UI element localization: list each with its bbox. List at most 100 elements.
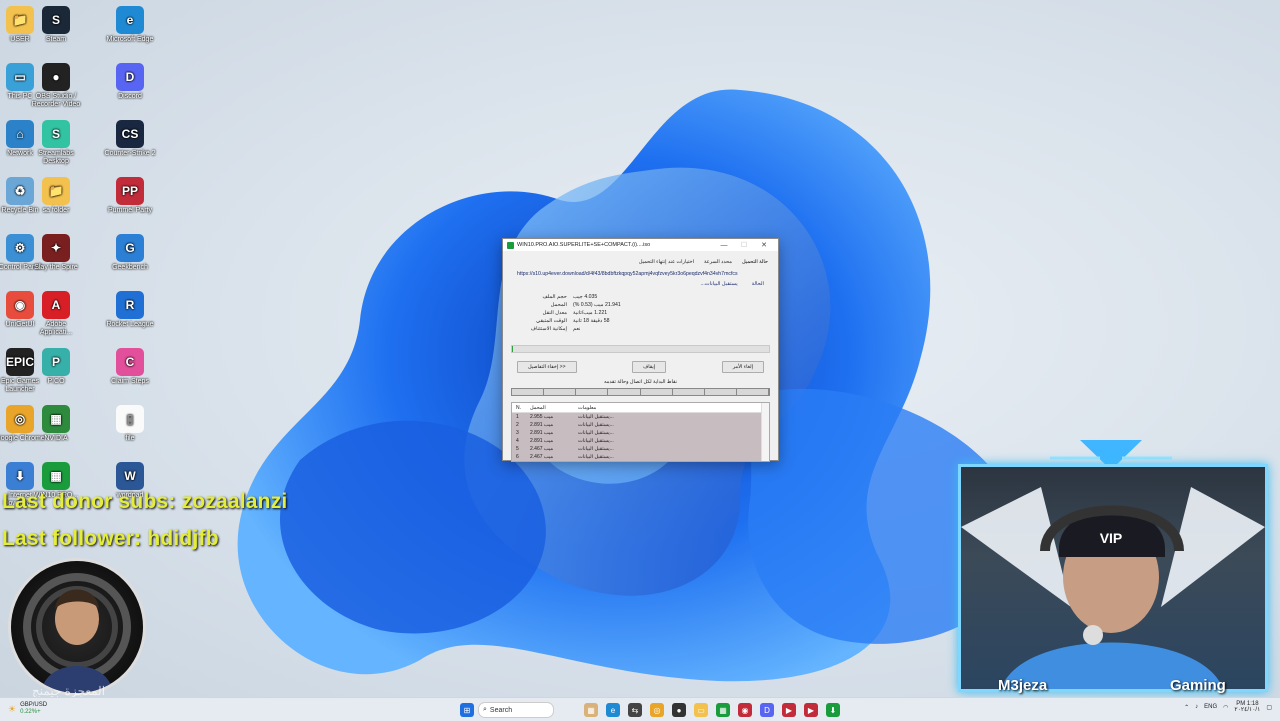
row-downloaded: 2.467 ميب	[530, 446, 554, 452]
desktop-icon[interactable]: G Geekbench	[104, 234, 156, 272]
desktop-icon[interactable]: ▯ file	[104, 405, 156, 443]
row-number: 1	[516, 414, 519, 420]
desktop-icon[interactable]: ✦ Slay the Spire	[30, 234, 82, 272]
desktop-icon-glyph-icon: ▦	[42, 462, 70, 490]
cancel-button[interactable]: إلغاء الأمر	[721, 361, 764, 373]
desktop-icon-label: OBS Studio / Recorder Video	[31, 93, 81, 108]
window-titlebar[interactable]: WIN10.PRO.AIO.SUPERLITE+SE+COMPACT.(i)..…	[503, 239, 778, 251]
download-url: https://s10.up4ever.download/d/4f43/8bdb…	[517, 271, 738, 277]
table-scrollbar[interactable]	[761, 403, 769, 461]
desktop-icon[interactable]: S Steam	[30, 6, 82, 44]
edge-icon[interactable]: e	[606, 703, 620, 717]
taskbar-app-7-icon[interactable]: ▦	[716, 703, 730, 717]
col-n: N.	[516, 404, 521, 411]
desktop-icon-glyph-icon: P	[42, 348, 70, 376]
desktop-icon[interactable]: CS Counter-Strike 2	[104, 120, 156, 158]
maximize-icon[interactable]: ☐	[734, 241, 754, 249]
desktop-icon-glyph-icon: S	[42, 120, 70, 148]
table-row[interactable]: 5 2.467 ميب يستقبل البيانات...	[512, 445, 769, 453]
lang-indicator[interactable]: ENG	[1204, 704, 1217, 710]
idm-taskbar-icon[interactable]: ⬇	[826, 703, 840, 717]
row-number: 4	[516, 438, 519, 444]
streamer-avatar	[8, 558, 146, 696]
desktop-icon-label: Slay the Spire	[34, 264, 78, 271]
tray-chevron-icon[interactable]: ⌃	[1184, 704, 1189, 711]
file-explorer-icon[interactable]: ▭	[694, 703, 708, 717]
close-icon[interactable]: ✕	[754, 241, 774, 249]
toggle-details-button[interactable]: إخفاء التفاصيل >>	[517, 361, 577, 373]
desktop-icon[interactable]: R Rocket League	[104, 291, 156, 329]
status-label: الحالة	[751, 281, 764, 287]
wifi-icon[interactable]: ◠	[1223, 704, 1228, 711]
taskbar: ☀ GBP/USD 0.22%+ ⊞ ⌕ Search ▦ e ⇆ ◎ ● ▭ ▦ …	[0, 697, 1280, 721]
table-row[interactable]: 1 2.955 ميب يستقبل البيانات...	[512, 413, 769, 421]
row-number: 5	[516, 446, 519, 452]
taskbar-app-8-icon[interactable]: ◉	[738, 703, 752, 717]
status-value: يستقبل البيانات...	[700, 281, 738, 287]
desktop-icon-label: Counter-Strike 2	[104, 150, 156, 157]
desktop-icon[interactable]: 📁 sa folder	[30, 177, 82, 215]
desktop-icon-label: Adobe Applicati...	[39, 321, 73, 336]
desktop-icon[interactable]: PP Pummel Party	[104, 177, 156, 215]
info-rows: حجم الملف 4.035 جيب المحمل 21.941 ميب (0.5…	[503, 287, 778, 333]
row-info: يستقبل البيانات...	[578, 446, 614, 452]
taskbar-app-10-icon[interactable]: ▶	[782, 703, 796, 717]
notification-icon[interactable]: ▢	[1266, 704, 1272, 711]
desktop-icon[interactable]: A Adobe Applicati...	[30, 291, 82, 337]
taskbar-app-5-icon[interactable]: ●	[672, 703, 686, 717]
discord-icon[interactable]: D	[760, 703, 774, 717]
desktop-icon-label: Rocket League	[106, 321, 154, 328]
desktop-icon-label: Microsoft Edge	[106, 36, 154, 43]
desktop-icon[interactable]: C Claim Steps	[104, 348, 156, 386]
taskbar-widget[interactable]: ☀ GBP/USD 0.22%+	[8, 702, 47, 716]
tab-download-status[interactable]: حالة التحميل	[742, 259, 768, 265]
desktop-icon-glyph-icon: W	[116, 462, 144, 490]
search-placeholder: Search	[489, 706, 513, 714]
desktop-icon-label: Pummel Party	[108, 207, 152, 214]
cap-text: VIP	[1100, 530, 1123, 546]
taskbar-app-1-icon[interactable]: ▦	[584, 703, 598, 717]
download-progress-window[interactable]: WIN10.PRO.AIO.SUPERLITE+SE+COMPACT.(i)..…	[502, 238, 779, 462]
windows-start-icon[interactable]: ⊞	[460, 703, 474, 717]
desktop-icon-glyph-icon: PP	[116, 177, 144, 205]
row-downloaded: 2.891 ميب	[530, 430, 554, 436]
desktop-icon-glyph-icon: G	[116, 234, 144, 262]
row-downloaded: 2.467 ميب	[530, 454, 554, 460]
table-row[interactable]: 3 2.891 ميب يستقبل البيانات...	[512, 429, 769, 437]
desktop-icon[interactable]: ● OBS Studio / Recorder Video	[30, 63, 82, 109]
taskbar-app-11-icon[interactable]: ▶	[804, 703, 818, 717]
tab-speed-limiter[interactable]: محدد السرعة	[704, 259, 732, 265]
download-progress-bar	[511, 345, 770, 353]
minimize-icon[interactable]: —	[714, 242, 734, 249]
desktop-icon[interactable]: S Streamlabs Desktop	[30, 120, 82, 166]
webcam-feed: VIP	[958, 464, 1268, 692]
clock[interactable]: PM 1:18 ٢٠٢٤/١٠/١	[1234, 701, 1260, 713]
table-row[interactable]: 6 2.467 ميب يستقبل البيانات...	[512, 453, 769, 461]
desktop-icon[interactable]: D Discord	[104, 63, 156, 101]
row-downloaded: 2.891 ميب	[530, 438, 554, 444]
connections-table[interactable]: N. المحمل معلومات 1 2.955 ميب يستقبل البيا…	[511, 402, 770, 462]
desktop-icon-glyph-icon: S	[42, 6, 70, 34]
desktop-icon-glyph-icon: R	[116, 291, 144, 319]
row-info: يستقبل البيانات...	[578, 454, 614, 460]
desktop-icon-label: file	[125, 435, 135, 442]
desktop-icon[interactable]: ▦ NVIDIA	[30, 405, 82, 443]
desktop-icon[interactable]: P PICO	[30, 348, 82, 386]
taskbar-search[interactable]: ⌕ Search	[478, 702, 554, 718]
taskbar-app-3-icon[interactable]: ⇆	[628, 703, 642, 717]
table-row[interactable]: 2 2.891 ميب يستقبل البيانات...	[512, 421, 769, 429]
pause-button[interactable]: إيقاف	[632, 361, 667, 373]
info-row-file-size: حجم الملف 4.035 جيب	[542, 294, 598, 300]
desktop-icon[interactable]: e Microsoft Edge	[104, 6, 156, 44]
chrome-icon[interactable]: ◎	[650, 703, 664, 717]
row-number: 2	[516, 422, 519, 428]
last-donor-text: Last donor subs: zozaalanzi	[2, 490, 288, 513]
desktop-icon-label: Discord	[118, 93, 142, 100]
tab-on-complete[interactable]: اختيارات عند إنتهاء التحميل	[639, 259, 694, 265]
desktop-icon-glyph-icon: ✦	[42, 234, 70, 262]
col-downloaded: المحمل	[530, 404, 546, 411]
webcam-tag-label: Gaming	[1170, 677, 1226, 694]
volume-icon[interactable]: ♪	[1195, 704, 1198, 710]
table-row[interactable]: 4 2.891 ميب يستقبل البيانات...	[512, 437, 769, 445]
desktop-icon-glyph-icon: ▦	[42, 405, 70, 433]
